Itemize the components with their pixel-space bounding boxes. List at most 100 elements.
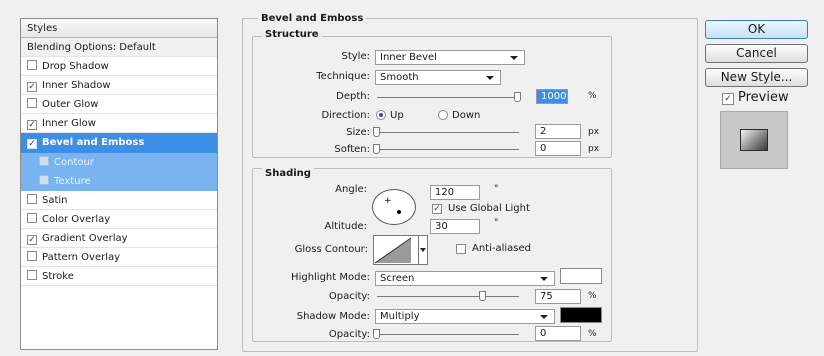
direction-down-radio[interactable] (438, 110, 448, 120)
style-item-checkbox[interactable] (27, 193, 37, 204)
shadow-opacity-unit: % (588, 329, 597, 339)
style-item-checkbox[interactable] (27, 60, 37, 71)
style-item-outer-glow[interactable]: Outer Glow (21, 95, 217, 115)
style-item-stroke[interactable]: Stroke (21, 267, 217, 287)
highlight-color-swatch[interactable] (560, 268, 602, 284)
size-slider-track[interactable] (377, 132, 519, 133)
depth-label: Depth: (336, 91, 370, 102)
size-slider-thumb[interactable] (373, 127, 380, 137)
ok-button[interactable]: OK (705, 20, 808, 39)
style-item-color-overlay[interactable]: Color Overlay (21, 210, 217, 229)
contour-icon (374, 237, 412, 264)
style-dropdown[interactable]: Inner Bevel (375, 50, 525, 65)
direction-up-label: Up (390, 110, 404, 121)
style-item-bevel-and-emboss[interactable]: ✓ Bevel and Emboss (21, 133, 217, 153)
depth-slider-track[interactable] (377, 97, 519, 98)
anti-aliased-checkbox[interactable] (456, 244, 466, 254)
shadow-mode-dropdown[interactable]: Multiply (375, 309, 555, 324)
shadow-opacity-slider-thumb[interactable] (373, 329, 380, 339)
style-item-checkbox[interactable]: ✓ (27, 120, 37, 131)
gloss-contour-picker[interactable] (373, 235, 419, 265)
soften-unit: px (588, 144, 600, 154)
shading-title: Shading (262, 168, 314, 179)
new-style-button[interactable]: New Style... (705, 68, 808, 87)
chevron-down-icon (540, 315, 548, 319)
use-global-light-checkbox[interactable]: ✓ (432, 204, 442, 214)
style-item-label: Inner Shadow (42, 80, 111, 92)
style-item-label: Drop Shadow (42, 61, 109, 73)
style-value: Inner Bevel (380, 52, 437, 63)
shadow-color-swatch[interactable] (560, 307, 602, 323)
style-item-label: Blending Options: Default (27, 42, 156, 53)
technique-value: Smooth (380, 72, 419, 83)
gloss-contour-dropdown[interactable] (418, 235, 428, 265)
style-item-checkbox[interactable] (27, 270, 37, 281)
angle-unit: ° (494, 184, 499, 194)
shadow-opacity-slider-track[interactable] (377, 334, 519, 335)
style-item-texture[interactable]: Texture (21, 171, 217, 191)
style-item-checkbox[interactable] (39, 174, 49, 185)
style-label: Style: (341, 51, 371, 62)
style-item-checkbox[interactable]: ✓ (27, 139, 37, 150)
size-label: Size: (346, 127, 370, 138)
depth-input[interactable]: 1000 (536, 89, 568, 104)
style-item-checkbox[interactable]: ✓ (27, 234, 37, 245)
gloss-contour-label: Gloss Contour: (294, 244, 368, 255)
altitude-input[interactable]: 30 (430, 219, 480, 234)
highlight-opacity-slider-track[interactable] (377, 296, 519, 297)
style-item-label: Outer Glow (42, 99, 99, 111)
style-item-contour[interactable]: Contour (21, 152, 217, 172)
chevron-down-icon (510, 56, 518, 60)
shadow-opacity-input[interactable]: 0 (535, 326, 581, 341)
soften-input[interactable]: 0 (535, 141, 581, 156)
angle-label: Angle: (335, 184, 367, 195)
styles-list: Styles Blending Options: Default Drop Sha… (20, 18, 218, 350)
style-item-checkbox[interactable] (27, 251, 37, 262)
style-item-drop-shadow[interactable]: Drop Shadow (21, 57, 217, 77)
depth-unit: % (588, 91, 597, 101)
style-item-checkbox[interactable] (27, 212, 37, 223)
direction-down-label: Down (452, 110, 481, 121)
chevron-down-icon (420, 248, 426, 252)
soften-slider-track[interactable] (377, 149, 519, 150)
style-item-satin[interactable]: Satin (21, 191, 217, 210)
style-item-label: Satin (42, 194, 68, 206)
preview-swatch (740, 129, 768, 151)
technique-label: Technique: (316, 71, 370, 82)
preview-checkbox[interactable]: ✓ (722, 93, 734, 105)
technique-dropdown[interactable]: Smooth (375, 70, 501, 85)
cancel-button[interactable]: Cancel (705, 44, 808, 63)
style-item-checkbox[interactable] (27, 98, 37, 109)
altitude-unit: ° (494, 218, 499, 228)
style-item-checkbox[interactable] (39, 155, 49, 166)
highlight-opacity-input[interactable]: 75 (535, 289, 581, 304)
depth-slider-thumb[interactable] (514, 92, 521, 102)
style-item-label: Pattern Overlay (42, 252, 121, 264)
highlight-mode-dropdown[interactable]: Screen (375, 271, 555, 286)
angle-dial-icon: + (384, 196, 401, 214)
highlight-opacity-slider-thumb[interactable] (478, 291, 486, 301)
size-unit: px (588, 127, 600, 137)
style-item-pattern-overlay[interactable]: Pattern Overlay (21, 248, 217, 268)
style-item-inner-glow[interactable]: ✓ Inner Glow (21, 114, 217, 134)
highlight-opacity-label: Opacity: (328, 291, 370, 302)
angle-input[interactable]: 120 (430, 185, 480, 200)
highlight-opacity-unit: % (588, 291, 597, 301)
style-item-gradient-overlay[interactable]: ✓ Gradient Overlay (21, 229, 217, 249)
style-item-checkbox[interactable]: ✓ (27, 82, 37, 93)
style-item-label: Inner Glow (42, 118, 96, 130)
style-item-blending-options-default[interactable]: Blending Options: Default (21, 38, 217, 58)
soften-label: Soften: (334, 144, 370, 155)
styles-items: Blending Options: Default Drop Shadow ✓ Inn… (21, 38, 217, 287)
style-item-inner-shadow[interactable]: ✓ Inner Shadow (21, 76, 217, 96)
preview-thumbnail (720, 111, 788, 169)
style-item-label: Stroke (42, 271, 74, 283)
size-input[interactable]: 2 (535, 124, 581, 139)
soften-slider-thumb[interactable] (373, 144, 380, 154)
chevron-down-icon (540, 277, 548, 281)
preview-label: Preview (738, 90, 789, 105)
direction-up-radio[interactable] (376, 110, 386, 120)
highlight-mode-label: Highlight Mode: (291, 272, 370, 283)
style-item-label: Color Overlay (42, 213, 111, 225)
angle-dial[interactable]: + (372, 189, 416, 225)
